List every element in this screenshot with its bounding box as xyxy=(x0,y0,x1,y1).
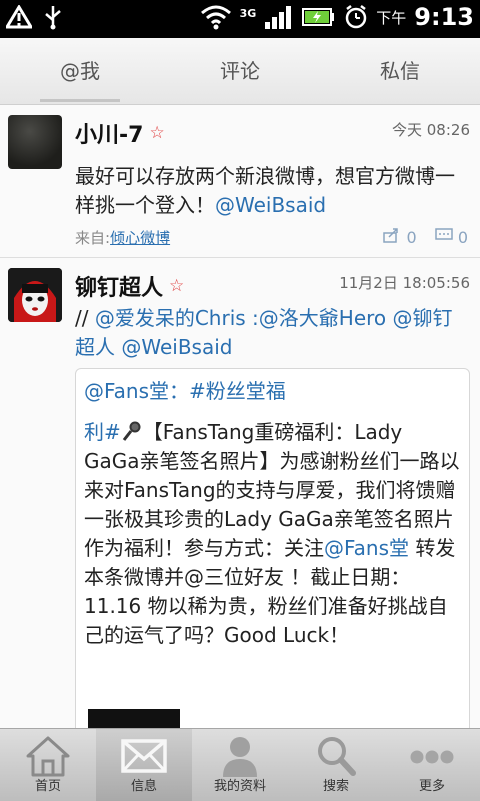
home-icon xyxy=(26,736,70,777)
alarm-icon xyxy=(346,5,367,29)
nav-my-profile-label: 我的资料 xyxy=(213,779,266,794)
quoted-post-header: @Fans堂：#粉丝堂福 xyxy=(84,377,461,406)
post-time: 11月2日 18:05:56 xyxy=(339,274,470,292)
microphone-icon xyxy=(122,421,141,441)
star-icon: ☆ xyxy=(169,276,185,296)
clock-time: 9:13 xyxy=(414,3,474,31)
nav-search[interactable]: 搜索 xyxy=(288,729,384,801)
post-counts: 0 0 xyxy=(383,227,468,247)
network-type-label: 3G xyxy=(239,6,257,20)
quoted-post-text: @Fans堂：#粉丝堂福 利# 【FansTang重磅福利：Lady GaGa亲… xyxy=(76,369,469,650)
user-name[interactable]: 小川-7 ☆ xyxy=(75,117,165,149)
source-link[interactable]: 倾心微博 xyxy=(110,229,170,247)
status-bar: 3G 下午 9:13 xyxy=(0,0,480,38)
clock-ampm: 下午 xyxy=(376,8,407,27)
mention-chain[interactable]: @爱发呆的Chris :@洛大爺Hero @铆钉超人 @WeiBsaid xyxy=(75,306,453,359)
battery-icon xyxy=(302,8,335,26)
quoted-image-thumbnail[interactable] xyxy=(88,709,180,728)
quoted-post-body: 利# 【FansTang重磅福利：Lady GaGa亲笔签名照片】为感谢粉丝们一… xyxy=(84,418,461,650)
message-tabs: @我 评论 私信 xyxy=(0,38,480,105)
post-text: 最好可以存放两个新浪微博，想官方微博一样挑一个登入！@WeiBsaid xyxy=(75,162,468,220)
usb-icon xyxy=(45,6,61,30)
avatar-art-icon xyxy=(8,268,62,322)
status-right-icons: 3G 下午 9:13 xyxy=(200,3,474,31)
nav-home-label: 首页 xyxy=(34,779,61,794)
nav-more[interactable]: 更多 xyxy=(384,729,480,801)
mention-link[interactable]: @WeiBsaid xyxy=(215,193,326,217)
comment-icon xyxy=(434,228,453,240)
tab-comments[interactable]: 评论 xyxy=(160,38,320,104)
warning-icon xyxy=(6,5,32,29)
repost-count[interactable]: 0 xyxy=(383,227,417,247)
hashtag-tail[interactable]: 利# xyxy=(84,420,121,444)
envelope-icon xyxy=(121,739,167,773)
list-item[interactable]: 铆钉超人 ☆ 11月2日 18:05:56 // @爱发呆的Chris :@洛大… xyxy=(0,258,480,728)
repost-count-value: 0 xyxy=(406,228,417,247)
post-time: 今天 08:26 xyxy=(392,121,470,139)
star-icon: ☆ xyxy=(149,123,165,143)
bottom-navigation: 首页 信息 我的资料 搜索 更多 xyxy=(0,728,480,801)
nav-search-label: 搜索 xyxy=(322,779,349,794)
nav-home[interactable]: 首页 xyxy=(0,729,96,801)
user-name-text: 铆钉超人 xyxy=(75,276,164,301)
avatar[interactable] xyxy=(8,268,62,322)
mention-feed[interactable]: 小川-7 ☆ 今天 08:26 最好可以存放两个新浪微博，想官方微博一样挑一个登… xyxy=(0,105,480,728)
quoted-mention-link[interactable]: @Fans堂 xyxy=(324,536,409,560)
tab-direct-messages[interactable]: 私信 xyxy=(320,38,480,104)
tab-mentions[interactable]: @我 xyxy=(0,38,160,104)
wifi-icon xyxy=(200,5,231,30)
list-item[interactable]: 小川-7 ☆ 今天 08:26 最好可以存放两个新浪微博，想官方微博一样挑一个登… xyxy=(0,105,480,258)
nav-more-label: 更多 xyxy=(418,779,445,794)
search-icon xyxy=(318,737,356,776)
repost-comment-text: // @爱发呆的Chris :@洛大爺Hero @铆钉超人 @WeiBsaid xyxy=(75,304,468,362)
quoted-author-link[interactable]: @Fans堂：#粉丝堂福 xyxy=(84,379,286,403)
nav-messages[interactable]: 信息 xyxy=(96,729,192,801)
status-left-icons xyxy=(6,4,64,30)
post-source: 来自:倾心微博 xyxy=(75,227,170,248)
quoted-post[interactable]: @Fans堂：#粉丝堂福 利# 【FansTang重磅福利：Lady GaGa亲… xyxy=(75,368,470,728)
avatar[interactable] xyxy=(8,115,62,169)
signal-icon xyxy=(265,6,292,29)
nav-messages-label: 信息 xyxy=(130,779,157,794)
comment-count-value: 0 xyxy=(457,228,468,247)
person-icon xyxy=(223,737,257,777)
user-name[interactable]: 铆钉超人 ☆ xyxy=(75,270,184,302)
repost-prefix: // xyxy=(75,306,95,330)
more-icon xyxy=(410,750,454,764)
nav-my-profile[interactable]: 我的资料 xyxy=(192,729,288,801)
repost-icon xyxy=(383,228,399,243)
source-prefix: 来自: xyxy=(75,229,111,247)
user-name-text: 小川-7 xyxy=(75,123,144,148)
comment-count[interactable]: 0 xyxy=(434,227,468,247)
